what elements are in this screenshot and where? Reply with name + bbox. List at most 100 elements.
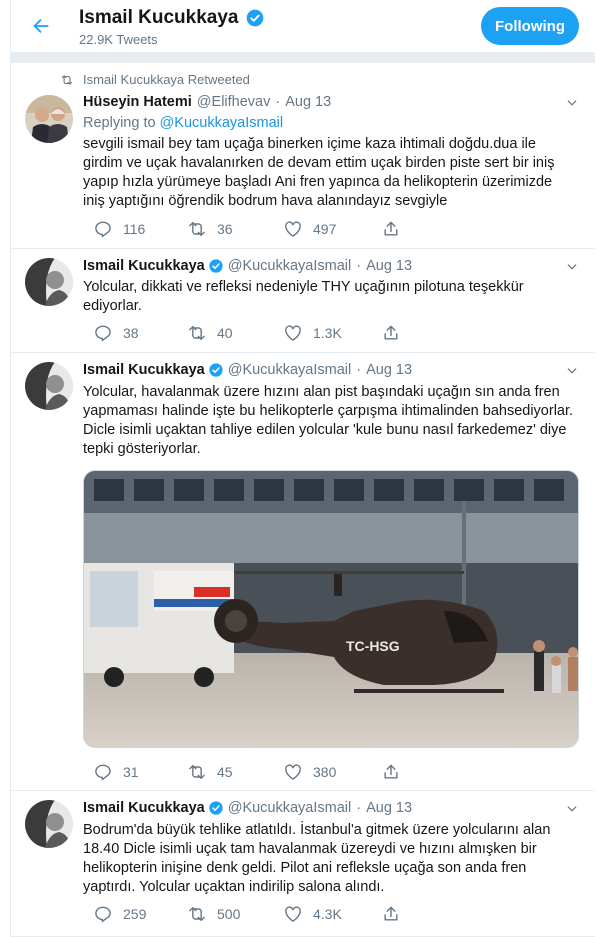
retweet-icon [61, 74, 73, 85]
tweet-bodrum-danger[interactable]: Ismail Kucukkaya @KucukkayaIsmail · Aug … [11, 791, 595, 937]
separator-dot: · [275, 94, 281, 110]
tweet-helicopter-photo[interactable]: Ismail Kucukkaya @KucukkayaIsmail · Aug … [11, 353, 595, 791]
tweet-time[interactable]: Aug 13 [366, 362, 412, 378]
retweet-count: 40 [217, 325, 233, 341]
author-handle[interactable]: @KucukkayaIsmail [228, 362, 352, 378]
tweet-text: Yolcular, havalanmak üzere hızını alan p… [83, 384, 574, 457]
tweet-text: Yolcular, dikkati ve refleksi nedeniyle … [83, 279, 524, 314]
share-button[interactable] [381, 904, 401, 924]
chevron-down-icon[interactable] [565, 260, 579, 274]
reply-icon [95, 906, 111, 923]
helicopter-registration: TC-HSG [346, 638, 400, 654]
avatar[interactable] [25, 800, 73, 848]
author-name[interactable]: Ismail Kucukkaya [83, 362, 205, 378]
tweet-header: Hüseyin Hatemi @Elifhevav · Aug 13 [83, 94, 331, 110]
replying-handle-link[interactable]: @KucukkayaIsmail [160, 115, 284, 131]
chevron-down-icon[interactable] [565, 96, 579, 110]
heart-icon [285, 764, 301, 780]
author-handle[interactable]: @KucukkayaIsmail [228, 800, 352, 816]
tweet-time[interactable]: Aug 13 [366, 800, 412, 816]
reply-button[interactable]: 38 [93, 323, 139, 343]
tweet-time[interactable]: Aug 13 [366, 258, 412, 274]
avatar-photo [25, 800, 73, 848]
tweet-retweet-huseyin[interactable]: Ismail Kucukkaya Retweeted Hüseyin Hatem… [11, 63, 595, 249]
like-count: 380 [313, 764, 337, 780]
retweet-count: 45 [217, 764, 233, 780]
retweet-button[interactable]: 45 [187, 762, 233, 782]
author-handle[interactable]: @Elifhevav [197, 94, 271, 110]
author-name[interactable]: Ismail Kucukkaya [83, 258, 205, 274]
chevron-down-icon[interactable] [565, 802, 579, 816]
tweet-time[interactable]: Aug 13 [285, 94, 331, 110]
share-icon [384, 906, 398, 921]
retweet-icon [189, 765, 205, 779]
retweet-indicator: Ismail Kucukkaya Retweeted [59, 72, 250, 87]
like-button[interactable]: 497 [283, 219, 336, 239]
tweet-media-photo[interactable]: TC-HSG [83, 470, 579, 748]
separator-dot: · [356, 362, 362, 378]
retweet-button[interactable]: 500 [187, 904, 240, 924]
share-icon [384, 325, 398, 340]
author-name[interactable]: Hüseyin Hatemi [83, 94, 192, 110]
heart-icon [285, 906, 301, 922]
share-button[interactable] [381, 323, 401, 343]
tweet-count: 22.9K Tweets [79, 32, 158, 47]
avatar[interactable] [25, 95, 73, 143]
verified-badge-icon [209, 363, 223, 377]
retweet-count: 500 [217, 906, 241, 922]
retweet-button[interactable]: 36 [187, 219, 233, 239]
like-count: 497 [313, 221, 337, 237]
share-icon [384, 764, 398, 779]
arrow-left-icon [33, 18, 49, 34]
tweet-thanks-pilot[interactable]: Ismail Kucukkaya @KucukkayaIsmail · Aug … [11, 249, 595, 353]
verified-badge-icon [209, 801, 223, 815]
reply-icon [95, 764, 111, 781]
reply-icon [95, 325, 111, 342]
tweet-header: Ismail Kucukkaya @KucukkayaIsmail · Aug … [83, 362, 412, 378]
avatar-photo [25, 95, 73, 143]
tweet-header: Ismail Kucukkaya @KucukkayaIsmail · Aug … [83, 800, 412, 816]
author-handle[interactable]: @KucukkayaIsmail [228, 258, 352, 274]
replying-to: Replying to @KucukkayaIsmail [83, 115, 283, 131]
author-name[interactable]: Ismail Kucukkaya [83, 800, 205, 816]
retweet-count: 36 [217, 221, 233, 237]
heart-icon [285, 221, 301, 237]
reply-count: 259 [123, 906, 147, 922]
reply-button[interactable]: 259 [93, 904, 146, 924]
chevron-down-icon[interactable] [565, 364, 579, 378]
profile-name: Ismail Kucukkaya [79, 7, 269, 29]
separator-dot: · [356, 800, 362, 816]
like-button[interactable]: 4.3K [283, 904, 342, 924]
reply-icon [95, 221, 111, 238]
tweet-text: sevgili ismail bey tam uçağa binerken iç… [83, 136, 555, 209]
avatar[interactable] [25, 258, 73, 306]
tweet-actions: 259 500 4.3K [81, 904, 481, 924]
timeline-column: Ismail Kucukkaya 22.9K Tweets Following … [10, 0, 595, 937]
tweet-actions: 116 36 497 [81, 219, 481, 239]
avatar-photo [25, 258, 73, 306]
verified-badge-icon [209, 259, 223, 273]
heart-icon [285, 325, 301, 341]
reply-button[interactable]: 116 [93, 219, 145, 239]
tweet-text: Bodrum'da büyük tehlike atlatıldı. İstan… [83, 822, 551, 895]
reply-count: 38 [123, 325, 139, 341]
following-button[interactable]: Following [481, 7, 579, 45]
like-button[interactable]: 380 [283, 762, 336, 782]
reply-button[interactable]: 31 [93, 762, 139, 782]
share-button[interactable] [381, 762, 401, 782]
like-count: 4.3K [313, 906, 342, 922]
verified-badge-icon [247, 9, 264, 27]
retweet-button[interactable]: 40 [187, 323, 233, 343]
share-button[interactable] [381, 219, 401, 239]
share-icon [384, 221, 398, 236]
like-count: 1.3K [313, 325, 342, 341]
tweet-actions: 31 45 380 [81, 762, 481, 782]
tweet-actions: 38 40 1.3K [81, 323, 481, 343]
like-button[interactable]: 1.3K [283, 323, 342, 343]
avatar-photo [25, 362, 73, 410]
reply-count: 116 [123, 221, 146, 237]
helicopter-photo: TC-HSG [84, 471, 578, 747]
back-button[interactable] [27, 12, 55, 40]
profile-name-text: Ismail Kucukkaya [79, 7, 239, 28]
avatar[interactable] [25, 362, 73, 410]
